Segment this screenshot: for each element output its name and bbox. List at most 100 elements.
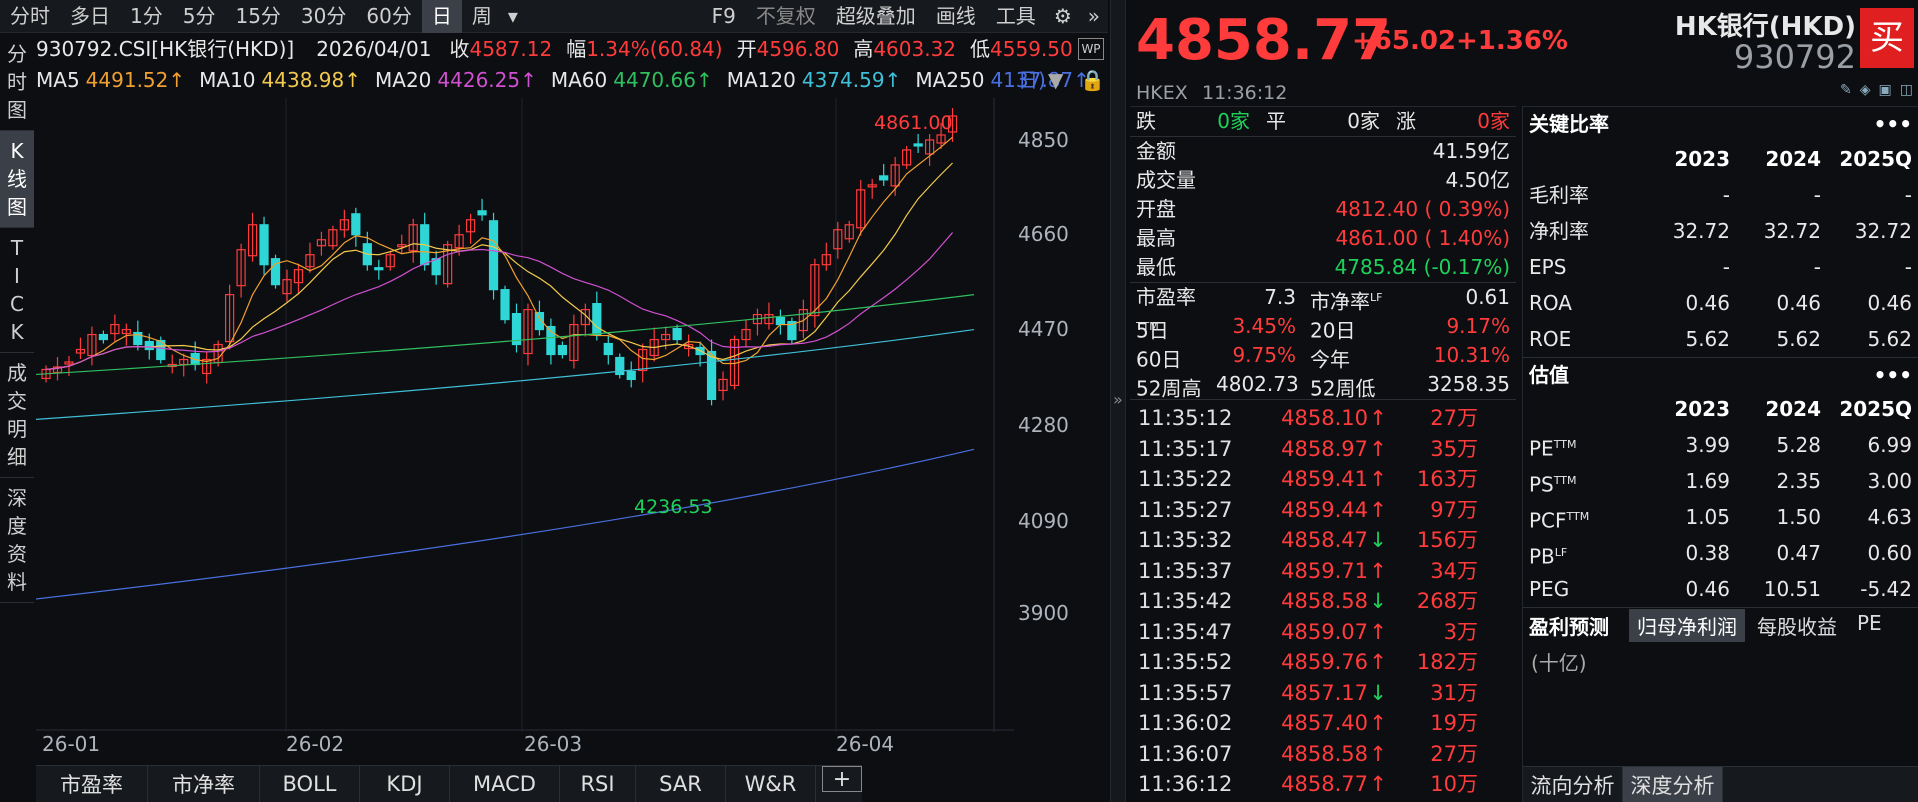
ratio-value: 1.50 <box>1776 505 1821 529</box>
valuation-title: 估值 <box>1529 363 1569 387</box>
toolbar-item[interactable]: 画线 <box>926 0 986 33</box>
ma-legend: MA5 4491.52↑ MA10 4438.98↑ MA20 4426.25↑ MA60 4… <box>36 66 1090 94</box>
ratio-header-row: 2023 2024 2025Q <box>1523 141 1918 177</box>
period-stat-label: 60日 <box>1136 341 1216 372</box>
indicator-tab[interactable]: SAR <box>636 766 726 802</box>
forecast-tab[interactable]: PE <box>1849 609 1890 642</box>
expand-icon[interactable]: » <box>1080 0 1108 33</box>
tick-row[interactable]: 11:35:37 4859.71 ↑ 34万 <box>1130 556 1516 587</box>
tick-row[interactable]: 11:36:12 4858.77 ↑ 10万 <box>1130 769 1516 800</box>
more-icon[interactable]: ••• <box>1874 358 1912 391</box>
indicator-tab[interactable]: RSI <box>560 766 636 802</box>
tick-volume: 35万 <box>1430 436 1478 461</box>
tick-time: 11:35:52 <box>1138 650 1233 674</box>
tick-row[interactable]: 11:35:22 4859.41 ↑ 163万 <box>1130 464 1516 495</box>
toolbar-item[interactable]: F9 <box>702 0 746 33</box>
tick-row[interactable]: 11:35:42 4858.58 ↓ 268万 <box>1130 586 1516 617</box>
label-text: 52周高 <box>1136 376 1202 401</box>
indicator-tab[interactable]: KDJ <box>360 766 450 802</box>
indicator-tab[interactable]: 市净率 <box>148 766 260 802</box>
ratio-row: PCFTTM 1.05 1.50 4.63 <box>1523 499 1918 535</box>
ratio-value: 3.99 <box>1685 433 1730 457</box>
tick-volume: 97万 <box>1430 497 1478 522</box>
candle-body <box>626 370 636 381</box>
lock-icon[interactable]: 🔒 <box>1080 68 1105 92</box>
indicator-tab[interactable]: W&R <box>726 766 816 802</box>
stat-value: 4812.40 ( 0.39%) <box>1335 197 1510 221</box>
window-icon[interactable]: ▣ <box>1879 82 1892 98</box>
analysis-tabs: 流向分析 深度分析 <box>1523 766 1918 802</box>
open-label: 开 <box>736 37 757 61</box>
forecast-tab[interactable]: 每股收益 <box>1749 609 1845 642</box>
ratio-label: ROE <box>1529 321 1639 357</box>
period-tab[interactable]: 1分 <box>120 0 173 33</box>
side-tab[interactable]: 成 交 明 细 <box>0 353 34 478</box>
period-tab[interactable]: 日 <box>421 0 462 33</box>
ratio-label: PETTM <box>1529 427 1639 467</box>
period-tab[interactable]: 多日 <box>60 0 120 33</box>
edit-icon[interactable]: ✎ <box>1840 82 1852 98</box>
tick-row[interactable]: 11:35:57 4857.17 ↓ 31万 <box>1130 678 1516 709</box>
period-tab[interactable]: 分时 <box>0 0 60 33</box>
ma-line <box>45 232 953 371</box>
analysis-tab[interactable]: 流向分析 <box>1523 767 1623 802</box>
tick-row[interactable]: 11:35:47 4859.07 ↑ 3万 <box>1130 617 1516 648</box>
forecast-tab[interactable]: 归母净利润 <box>1629 609 1745 642</box>
period-stat-row: 5日 3.45% 20日 9.17% <box>1130 312 1516 343</box>
forecast-title: 盈利预测 <box>1529 615 1609 639</box>
side-tab[interactable]: 分 时 图 <box>0 34 34 131</box>
stat-value: 4861.00 ( 1.40%) <box>1335 226 1510 250</box>
tick-volume: 156万 <box>1416 528 1478 552</box>
period-tab[interactable]: 15分 <box>225 0 290 33</box>
ratio-row: EPS - - - <box>1523 249 1918 285</box>
stat-value: 4785.84 (-0.17%) <box>1334 255 1510 279</box>
period-tab[interactable]: 60分 <box>356 0 421 33</box>
stat-value: 4.50亿 <box>1445 168 1510 192</box>
popout-icon[interactable]: ◫ <box>1900 82 1913 98</box>
period-tab[interactable]: 5分 <box>173 0 226 33</box>
open-value: 4596.80 <box>756 37 840 61</box>
tick-row[interactable]: 11:35:52 4859.76 ↑ 182万 <box>1130 647 1516 678</box>
label-text: PEG <box>1529 577 1570 601</box>
more-icon[interactable]: ••• <box>1874 107 1912 141</box>
tick-row[interactable]: 11:35:17 4858.97 ↑ 35万 <box>1130 434 1516 465</box>
period-tab[interactable]: 周 <box>462 0 502 33</box>
tick-row[interactable]: 11:35:32 4858.47 ↓ 156万 <box>1130 525 1516 556</box>
candle-body <box>672 327 682 341</box>
period-dropdown-icon[interactable]: ▾ <box>502 0 524 33</box>
indicator-tab[interactable]: MACD <box>450 766 560 802</box>
tick-row[interactable]: 11:35:12 4858.10 ↑ 27万 <box>1130 403 1516 434</box>
side-tab[interactable]: T I C K <box>0 228 34 353</box>
panel-divider[interactable]: » <box>1110 0 1126 802</box>
indicator-tab[interactable]: BOLL <box>260 766 360 802</box>
tick-row[interactable]: 11:36:07 4858.58 ↑ 27万 <box>1130 739 1516 770</box>
tick-time: 11:35:42 <box>1138 589 1233 613</box>
indicator-tab[interactable]: 市盈率 <box>36 766 148 802</box>
add-indicator-icon[interactable]: + <box>822 766 862 792</box>
alert-icon[interactable]: ◈ <box>1860 82 1871 98</box>
ratio-value: 0.38 <box>1685 541 1730 565</box>
toolbar-item[interactable]: 不复权 <box>746 0 826 33</box>
tick-row[interactable]: 11:35:27 4859.44 ↑ 97万 <box>1130 495 1516 526</box>
buy-button[interactable]: 买 <box>1860 8 1914 68</box>
period-tab[interactable]: 30分 <box>291 0 356 33</box>
toolbar-item[interactable]: 超级叠加 <box>826 0 926 33</box>
wp-icon[interactable]: WP <box>1078 38 1104 60</box>
triangle-down-icon[interactable]: ▼ <box>1048 68 1063 92</box>
candlestick-chart[interactable] <box>36 98 1014 732</box>
analysis-tab[interactable]: 深度分析 <box>1623 767 1723 802</box>
tick-list[interactable]: 11:35:12 4858.10 ↑ 27万 11:35:17 4858.97 ↑ 35万 11… <box>1130 399 1516 800</box>
side-tab[interactable]: 深 度 资 料 <box>0 478 34 603</box>
y-tick-label: 4470 <box>1018 317 1069 341</box>
tick-row[interactable]: 11:36:02 4857.40 ↑ 19万 <box>1130 708 1516 739</box>
instrument-number: 930792 <box>1733 38 1856 76</box>
gear-icon[interactable]: ⚙ <box>1046 0 1080 33</box>
tick-price: 4858.58 <box>1281 741 1368 766</box>
tick-time: 11:35:22 <box>1138 467 1233 491</box>
side-tab[interactable]: K 线 图 <box>0 131 34 228</box>
collapse-icon[interactable]: » <box>1113 390 1123 409</box>
period-stat-row: 60日 9.75% 今年 10.31% <box>1130 341 1516 372</box>
ratio-col-header: 2024 <box>1765 147 1821 171</box>
period-stat-value: 3258.35 <box>1427 372 1510 396</box>
toolbar-item[interactable]: 工具 <box>986 0 1046 33</box>
